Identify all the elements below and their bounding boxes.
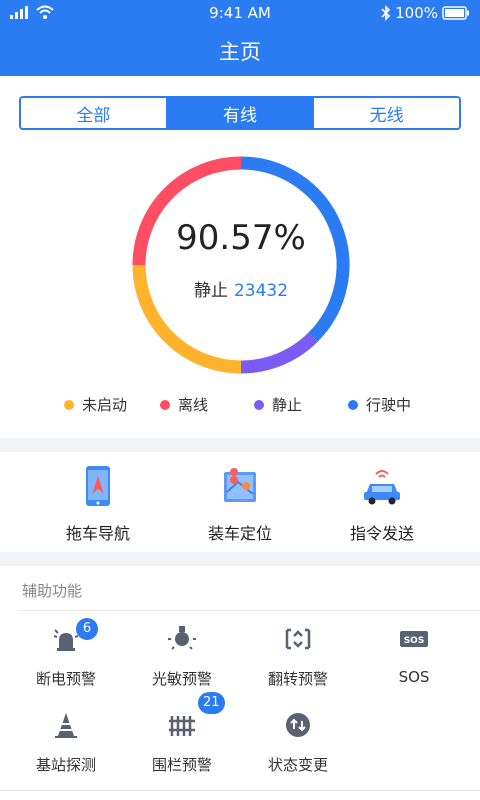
aux-item-label: 状态变更 [267, 756, 328, 774]
quick-action-label: 指令发送 [349, 524, 414, 543]
aux-item-label: 基站探测 [35, 756, 96, 774]
section-title: 辅助功能 [22, 582, 83, 600]
chart-legend: 未启动 离线 静止 行驶中 [0, 394, 480, 418]
bottom-tab-bar [0, 790, 480, 800]
aux-item-label: 断电预警 [35, 670, 96, 688]
car-signal-icon [364, 470, 400, 505]
legend-item-driving: 行驶中 [348, 394, 411, 415]
send-command-button[interactable]: 指令发送 [302, 464, 462, 544]
legend-item-not-started: 未启动 [64, 394, 127, 415]
legend-label: 静止 [272, 396, 303, 414]
power-alarm-button[interactable]: 6 断电预警 [6, 618, 126, 694]
aux-item-label: 光敏预警 [151, 670, 212, 688]
legend-label: 未启动 [82, 396, 128, 414]
battery-percent: 100% [395, 4, 438, 22]
tab-wireless[interactable]: 无线 [314, 98, 459, 128]
flip-icon [285, 628, 311, 650]
aux-item-label: 翻转预警 [267, 670, 328, 688]
divider [18, 610, 480, 611]
aux-item-label: 围栏预警 [151, 756, 212, 774]
notification-badge: 6 [76, 618, 98, 640]
status-summary-count: 23432 [233, 281, 289, 301]
quick-action-label: 拖车导航 [65, 524, 130, 543]
tab-wired[interactable]: 有线 [167, 98, 315, 128]
sos-icon: SOS [400, 631, 428, 647]
quick-actions-card: 拖车导航 装车定位 指令发送 [0, 452, 480, 552]
sos-button[interactable]: SOS SOS [354, 624, 474, 694]
status-summary-label: 静止 [193, 281, 228, 301]
nav-bar: 主页 [0, 26, 480, 76]
overview-card: 全部 有线 无线 90.57% 静止 23432 未启动 离线 静止 行驶中 [0, 76, 480, 438]
status-change-button[interactable]: 状态变更 [238, 710, 358, 780]
aux-functions-card: 辅助功能 6 断电预警 光敏预警 翻转预警 SOS SOS 基站探测 21 围栏… [0, 566, 480, 800]
svg-text:SOS: SOS [404, 636, 425, 646]
base-station-icon [55, 713, 77, 738]
bluetooth-icon [381, 5, 391, 21]
flip-alarm-button[interactable]: 翻转预警 [238, 624, 358, 694]
page-title: 主页 [219, 40, 261, 64]
status-change-icon [286, 713, 310, 737]
fence-alarm-button[interactable]: 21 围栏预警 [122, 692, 242, 780]
legend-label: 行驶中 [366, 396, 412, 414]
legend-dot [254, 399, 264, 410]
tow-navigation-button[interactable]: 拖车导航 [18, 464, 178, 544]
notification-badge: 21 [198, 692, 225, 714]
base-station-detect-button[interactable]: 基站探测 [6, 710, 126, 780]
legend-item-offline: 离线 [160, 394, 208, 415]
map-location-icon [224, 468, 256, 502]
tab-all[interactable]: 全部 [21, 98, 168, 128]
quick-action-label: 装车定位 [207, 524, 272, 543]
light-sensor-icon [168, 626, 196, 650]
legend-dot [160, 399, 170, 410]
status-bar: 9:41 AM 100% [0, 0, 480, 26]
legend-dot [64, 399, 74, 410]
status-summary: 静止 23432 [128, 276, 354, 301]
fence-icon [169, 716, 195, 736]
battery-icon [442, 6, 469, 20]
loading-location-button[interactable]: 装车定位 [160, 464, 320, 544]
status-donut-chart [132, 156, 350, 374]
segment-control: 全部 有线 无线 [19, 96, 461, 130]
battery-group: 100% [381, 4, 470, 22]
aux-item-label: SOS [398, 668, 430, 686]
donut-slice-1 [240, 332, 318, 374]
legend-item-stationary: 静止 [254, 394, 302, 415]
light-sensor-alarm-button[interactable]: 光敏预警 [122, 624, 242, 694]
legend-label: 离线 [178, 396, 209, 414]
online-percent: 90.57% [176, 218, 306, 258]
legend-dot [348, 399, 358, 410]
phone-navigation-icon [86, 466, 110, 506]
